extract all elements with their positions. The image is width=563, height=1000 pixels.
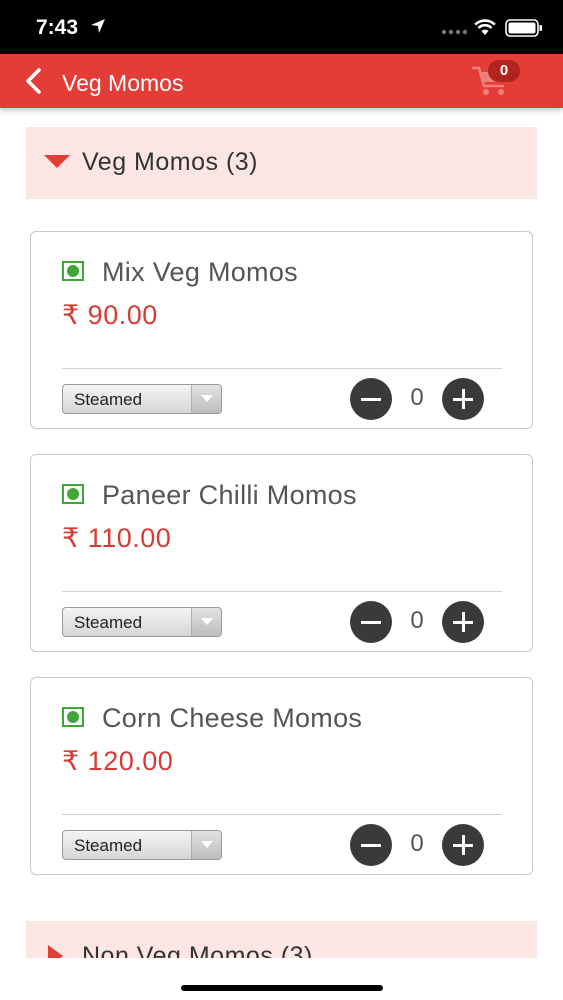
item-name: Mix Veg Momos	[102, 257, 298, 287]
page-title: Veg Momos	[62, 70, 184, 96]
wifi-icon	[474, 19, 496, 35]
divider	[62, 814, 502, 815]
veg-indicator-icon	[62, 707, 84, 727]
divider	[62, 368, 502, 369]
cart-count-badge: 0	[488, 60, 520, 82]
variant-select[interactable]: Steamed	[62, 384, 222, 414]
increase-quantity-button[interactable]	[442, 824, 484, 866]
quantity-value: 0	[410, 607, 424, 634]
veg-indicator-icon	[62, 484, 84, 504]
divider	[62, 591, 502, 592]
status-time: 7:43	[36, 16, 79, 39]
chevron-down-icon	[191, 831, 221, 859]
chevron-down-icon	[191, 385, 221, 413]
variant-select[interactable]: Steamed	[62, 607, 222, 637]
menu-item-card: Corn Cheese Momos ₹ 120.00 Steamed 0	[30, 677, 533, 875]
section-header-veg-momos[interactable]: Veg Momos (3)	[26, 127, 537, 199]
expanded-arrow-icon	[44, 155, 70, 168]
item-price: ₹ 110.00	[62, 523, 172, 553]
decrease-quantity-button[interactable]	[350, 378, 392, 420]
variant-select-value: Steamed	[74, 390, 143, 409]
veg-indicator-icon	[62, 261, 84, 281]
status-bar: 7:43	[0, 0, 563, 54]
nav-bar: Veg Momos	[0, 54, 563, 108]
chevron-down-icon	[191, 608, 221, 636]
variant-select[interactable]: Steamed	[62, 830, 222, 860]
menu-item-card: Mix Veg Momos ₹ 90.00 Steamed 0	[30, 231, 533, 429]
location-arrow-icon	[91, 19, 105, 33]
home-indicator[interactable]	[181, 985, 383, 991]
variant-select-value: Steamed	[74, 836, 143, 855]
item-price: ₹ 90.00	[62, 300, 158, 330]
bottom-safe-area	[0, 958, 563, 1000]
variant-select-value: Steamed	[74, 613, 143, 632]
item-name: Paneer Chilli Momos	[102, 480, 357, 510]
decrease-quantity-button[interactable]	[350, 824, 392, 866]
section-title: Veg Momos (3)	[82, 148, 259, 176]
increase-quantity-button[interactable]	[442, 378, 484, 420]
cellular-signal-icon	[441, 29, 467, 35]
quantity-value: 0	[410, 384, 424, 411]
decrease-quantity-button[interactable]	[350, 601, 392, 643]
battery-icon	[505, 19, 542, 37]
back-arrow-icon[interactable]	[20, 67, 48, 95]
item-price: ₹ 120.00	[62, 746, 174, 776]
menu-item-card: Paneer Chilli Momos ₹ 110.00 Steamed 0	[30, 454, 533, 652]
item-name: Corn Cheese Momos	[102, 703, 363, 733]
quantity-value: 0	[410, 830, 424, 857]
increase-quantity-button[interactable]	[442, 601, 484, 643]
